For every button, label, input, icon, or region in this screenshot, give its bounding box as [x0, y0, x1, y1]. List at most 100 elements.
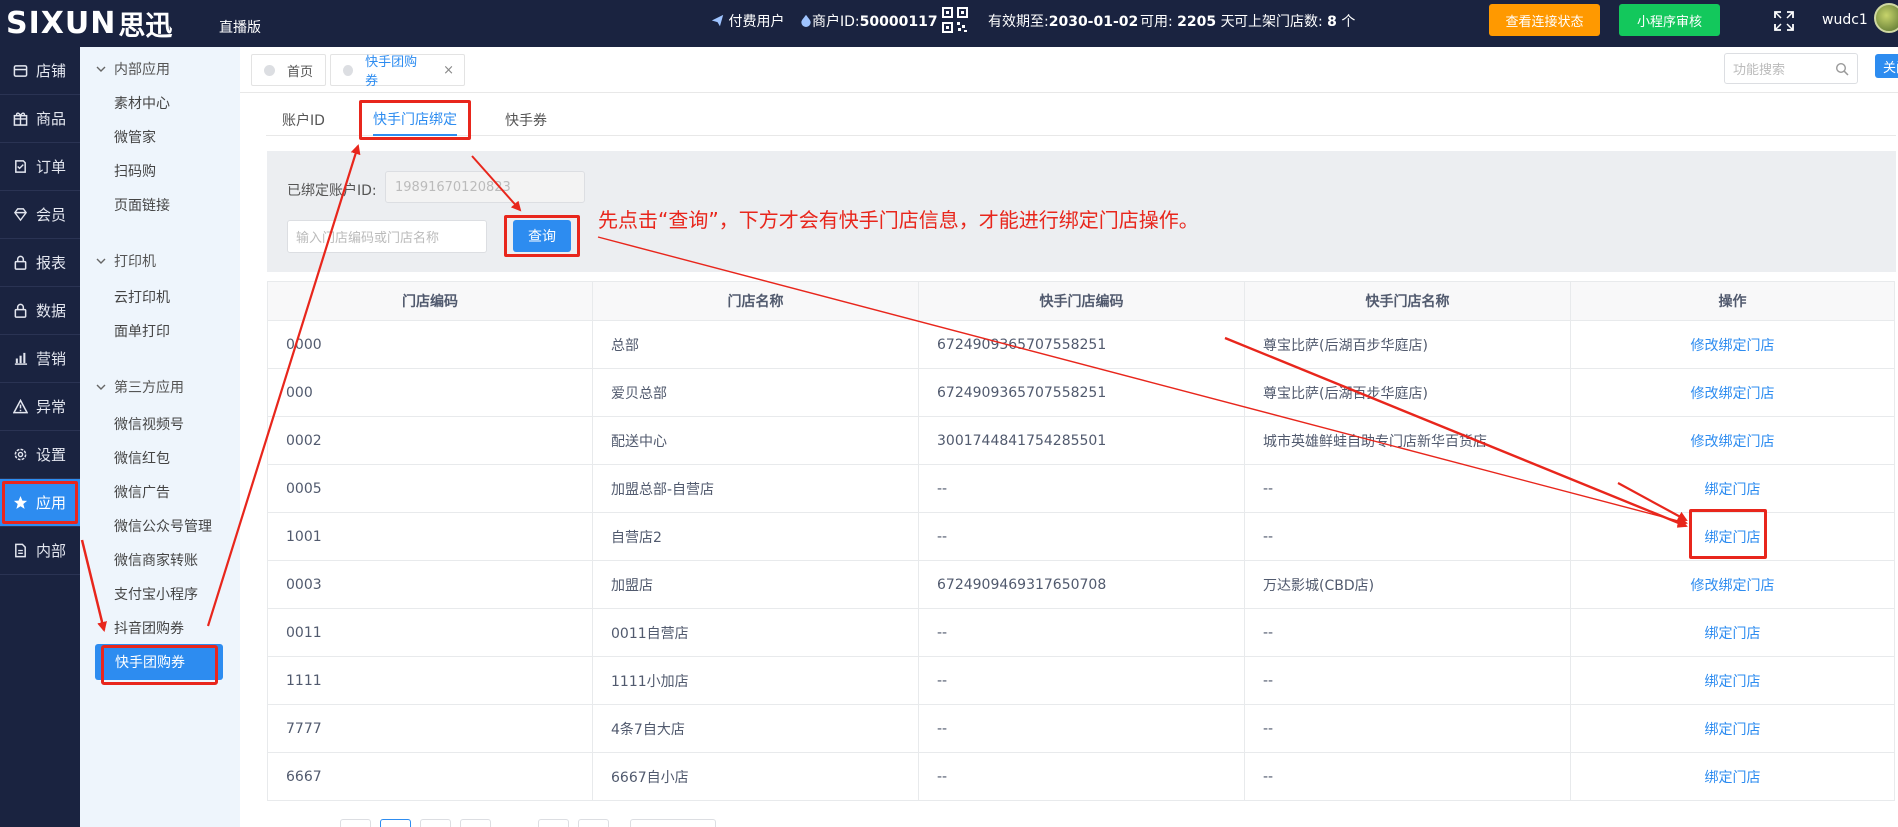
bind-store-link[interactable]: 绑定门店: [1570, 704, 1895, 753]
pager-button[interactable]: [538, 819, 569, 827]
function-search-input[interactable]: 功能搜索: [1724, 53, 1858, 84]
subnav-item[interactable]: 扫码购: [114, 161, 156, 181]
table-cell: --: [918, 752, 1245, 801]
subnav-group-internal[interactable]: 内部应用: [96, 59, 170, 79]
nav-item-exceptions[interactable]: 异常: [0, 383, 80, 431]
modify-binding-link[interactable]: 修改绑定门店: [1570, 560, 1895, 609]
store-search-input[interactable]: 输入门店编码或门店名称: [287, 220, 487, 253]
subnav-item[interactable]: 微管家: [114, 127, 156, 147]
table-row: 1001 自营店2 -- -- 绑定门店: [267, 512, 1895, 561]
table-cell: 3001744841754285501: [918, 416, 1245, 465]
table-cell: 6724909365707558251: [918, 368, 1245, 417]
nav-item-apps[interactable]: 应用: [0, 479, 80, 527]
check-connection-button[interactable]: 查看连接状态: [1489, 4, 1600, 36]
subnav-item[interactable]: 微信公众号管理: [114, 516, 212, 536]
bind-store-link[interactable]: 绑定门店: [1570, 752, 1895, 801]
table-cell: 0002: [267, 416, 593, 465]
table-row: 6667 6667自小店 -- -- 绑定门店: [267, 752, 1895, 801]
nav-item-goods[interactable]: 商品: [0, 95, 80, 143]
subnav-item[interactable]: 面单打印: [114, 321, 170, 341]
page-tab-home[interactable]: 首页: [251, 54, 326, 86]
nav-item-reports[interactable]: 报表: [0, 239, 80, 287]
tab-dot-icon: [264, 64, 275, 76]
table-cell: 自营店2: [592, 512, 919, 561]
sub-sidebar: 内部应用 素材中心 微管家 扫码购 页面链接 打印机 云打印机 面单打印 第三方…: [80, 47, 240, 827]
document-icon: [12, 543, 28, 559]
nav-item-store[interactable]: 店铺: [0, 47, 80, 95]
pager-button[interactable]: [460, 819, 491, 827]
fullscreen-icon[interactable]: [1773, 10, 1795, 32]
tab-kuaishou-voucher[interactable]: 快手券: [505, 104, 547, 136]
nav-item-internal[interactable]: 内部: [0, 527, 80, 575]
table-cell: --: [1244, 752, 1571, 801]
pager-button[interactable]: [340, 819, 371, 827]
store-binding-table: 门店编码 门店名称 快手门店编码 快手门店名称 操作 0000 总部 6724909…: [267, 281, 1895, 801]
available-days: 可用: 2205 天: [1140, 14, 1235, 30]
table-cell: 总部: [592, 320, 919, 369]
nav-item-marketing[interactable]: 营销: [0, 335, 80, 383]
search-icon[interactable]: [1835, 62, 1849, 76]
subnav-item[interactable]: 抖音团购券: [114, 618, 184, 638]
table-row: 1111 1111小加店 -- -- 绑定门店: [267, 656, 1895, 705]
username[interactable]: wudc1: [1822, 12, 1868, 28]
star-icon: [12, 495, 28, 511]
modify-binding-link[interactable]: 修改绑定门店: [1570, 320, 1895, 369]
gear-icon: [12, 447, 28, 463]
avatar[interactable]: [1874, 3, 1898, 33]
bind-store-link[interactable]: 绑定门店: [1570, 608, 1895, 657]
modify-binding-link[interactable]: 修改绑定门店: [1570, 368, 1895, 417]
pager-button[interactable]: [578, 819, 609, 827]
subnav-item[interactable]: 云打印机: [114, 287, 170, 307]
page-size-select[interactable]: [630, 819, 716, 827]
subnav-group-printer[interactable]: 打印机: [96, 251, 156, 271]
order-icon: [12, 159, 28, 175]
table-cell: 0003: [267, 560, 593, 609]
column-header: 快手门店编码: [918, 281, 1245, 321]
table-cell: 0000: [267, 320, 593, 369]
mini-program-review-button[interactable]: 小程序审核: [1619, 4, 1720, 36]
nav-item-data[interactable]: 数据: [0, 287, 80, 335]
drop-icon: [801, 14, 811, 27]
subnav-item[interactable]: 微信视频号: [114, 414, 184, 434]
main-sidebar: 店铺 商品 订单 会员 报表 数据 营销 异常 设置 应用 内部: [0, 47, 80, 827]
edition-label: 直播版: [219, 20, 261, 36]
subnav-item[interactable]: 素材中心: [114, 93, 170, 113]
page-tab-kuaishou[interactable]: 快手团购券 ×: [330, 54, 465, 89]
chevron-down-icon: [96, 66, 106, 72]
content-tabs: 账户ID 快手门店绑定 快手券: [266, 100, 1896, 140]
tab-account-id[interactable]: 账户ID: [282, 104, 325, 136]
column-header: 门店名称: [592, 281, 919, 321]
nav-item-settings[interactable]: 设置: [0, 431, 80, 479]
bind-store-link[interactable]: 绑定门店: [1570, 464, 1895, 513]
table-row: 0000 总部 6724909365707558251 尊宝比萨(后湖百步华庭店) 修改…: [267, 320, 1895, 369]
subnav-item[interactable]: 页面链接: [114, 195, 170, 215]
table-cell: --: [918, 656, 1245, 705]
table-row: 000 爱贝总部 6724909365707558251 尊宝比萨(后湖百步华庭店) 修…: [267, 368, 1895, 417]
subnav-item-kuaishou-voucher[interactable]: 快手团购券: [95, 644, 223, 685]
table-cell: 6724909365707558251: [918, 320, 1245, 369]
close-tabs-button[interactable]: 关闭: [1875, 54, 1898, 78]
close-icon[interactable]: ×: [443, 63, 454, 78]
subnav-item[interactable]: 微信商家转账: [114, 550, 198, 570]
paper-plane-icon: [711, 14, 724, 27]
pager-button[interactable]: [420, 819, 451, 827]
qr-code-icon[interactable]: [942, 7, 968, 33]
modify-binding-link[interactable]: 修改绑定门店: [1570, 416, 1895, 465]
table-cell: --: [1244, 704, 1571, 753]
subnav-item[interactable]: 支付宝小程序: [114, 584, 198, 604]
subnav-group-third-party[interactable]: 第三方应用: [96, 377, 184, 397]
page-tab-strip: 首页 快手团购券 × 功能搜索 关闭: [240, 47, 1898, 93]
table-cell: --: [1244, 464, 1571, 513]
table-cell: 万达影城(CBD店): [1244, 560, 1571, 609]
bind-store-link[interactable]: 绑定门店: [1570, 656, 1895, 705]
table-cell: --: [918, 704, 1245, 753]
bind-highlight-box: [1689, 509, 1767, 559]
nav-item-orders[interactable]: 订单: [0, 143, 80, 191]
pager-button[interactable]: [380, 819, 411, 827]
nav-item-members[interactable]: 会员: [0, 191, 80, 239]
subnav-item[interactable]: 微信广告: [114, 482, 170, 502]
subnav-item[interactable]: 微信红包: [114, 448, 170, 468]
tab-kuaishou-store-binding[interactable]: 快手门店绑定: [359, 100, 471, 140]
table-cell: 尊宝比萨(后湖百步华庭店): [1244, 368, 1571, 417]
table-cell: 0011自营店: [592, 608, 919, 657]
